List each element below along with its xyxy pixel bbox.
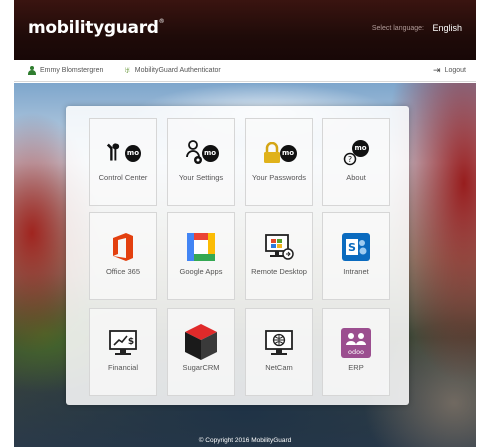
- tile-financial[interactable]: $ Financial: [89, 308, 157, 396]
- copyright: © Copyright 2016 MobilityGuard: [198, 437, 292, 444]
- tile-your-settings[interactable]: mo Your Settings: [167, 118, 235, 206]
- svg-text:S: S: [348, 241, 356, 254]
- tile-erp[interactable]: odoo ERP: [322, 308, 390, 396]
- tile-intranet[interactable]: S Intranet: [322, 212, 390, 300]
- tile-label: Google Apps: [179, 267, 223, 276]
- tile-office-365[interactable]: Office 365: [89, 212, 157, 300]
- user-icon: [28, 66, 36, 75]
- remote-desktop-icon: [261, 230, 297, 264]
- tile-label: Your Passwords: [252, 173, 306, 182]
- google-apps-icon: [183, 230, 219, 264]
- tile-label: Intranet: [343, 267, 369, 276]
- tile-label: About: [346, 173, 366, 182]
- svg-text:odoo: odoo: [348, 348, 364, 356]
- tile-label: Financial: [107, 363, 138, 372]
- tile-label: Control Center: [98, 173, 148, 182]
- language-select[interactable]: English: [432, 23, 462, 33]
- authenticator-label: MobilityGuard Authenticator: [134, 67, 221, 74]
- sugarcrm-icon: [183, 321, 219, 363]
- about-icon: ? mo: [338, 136, 374, 170]
- tile-label: SugarCRM: [182, 363, 220, 372]
- user-menu[interactable]: Emmy Blomstergren: [28, 66, 103, 75]
- authenticator-icon: ♅: [124, 65, 131, 75]
- logout-button[interactable]: ⇥ Logout: [433, 66, 466, 75]
- tile-google-apps[interactable]: Google Apps: [167, 212, 235, 300]
- tile-label: Your Settings: [178, 173, 224, 182]
- settings-icon: mo: [183, 136, 219, 170]
- logout-icon: ⇥: [433, 65, 441, 75]
- logo: mobilityguard®: [28, 18, 165, 38]
- logout-label: Logout: [444, 67, 466, 74]
- svg-text:$: $: [128, 337, 134, 347]
- user-name: Emmy Blomstergren: [40, 67, 104, 74]
- tile-netcam[interactable]: NetCam: [245, 308, 313, 396]
- user-bar: Emmy Blomstergren ♅ MobilityGuard Authen…: [14, 60, 476, 82]
- tile-label: Office 365: [105, 267, 141, 276]
- app-launcher-panel: mo Control Center mo Your Settings mo Yo…: [66, 106, 409, 405]
- passwords-icon: mo: [261, 136, 297, 170]
- odoo-icon: odoo: [338, 326, 374, 360]
- tile-label: NetCam: [265, 363, 293, 372]
- svg-text:?: ?: [348, 155, 352, 164]
- control-center-icon: mo: [105, 136, 141, 170]
- netcam-icon: [261, 326, 297, 360]
- office365-icon: [105, 230, 141, 264]
- tile-control-center[interactable]: mo Control Center: [89, 118, 157, 206]
- tile-your-passwords[interactable]: mo Your Passwords: [245, 118, 313, 206]
- tile-remote-desktop[interactable]: Remote Desktop: [245, 212, 313, 300]
- authenticator-link[interactable]: ♅ MobilityGuard Authenticator: [124, 66, 221, 75]
- tile-sugarcrm[interactable]: SugarCRM: [167, 308, 235, 396]
- sharepoint-icon: S: [338, 230, 374, 264]
- tile-about[interactable]: ? mo About: [322, 118, 390, 206]
- financial-icon: $: [105, 326, 141, 360]
- top-bar: mobilityguard® Select language: English: [14, 0, 476, 60]
- language-label: Select language:: [371, 25, 424, 32]
- tile-label: ERP: [348, 363, 364, 372]
- tile-label: Remote Desktop: [251, 267, 307, 276]
